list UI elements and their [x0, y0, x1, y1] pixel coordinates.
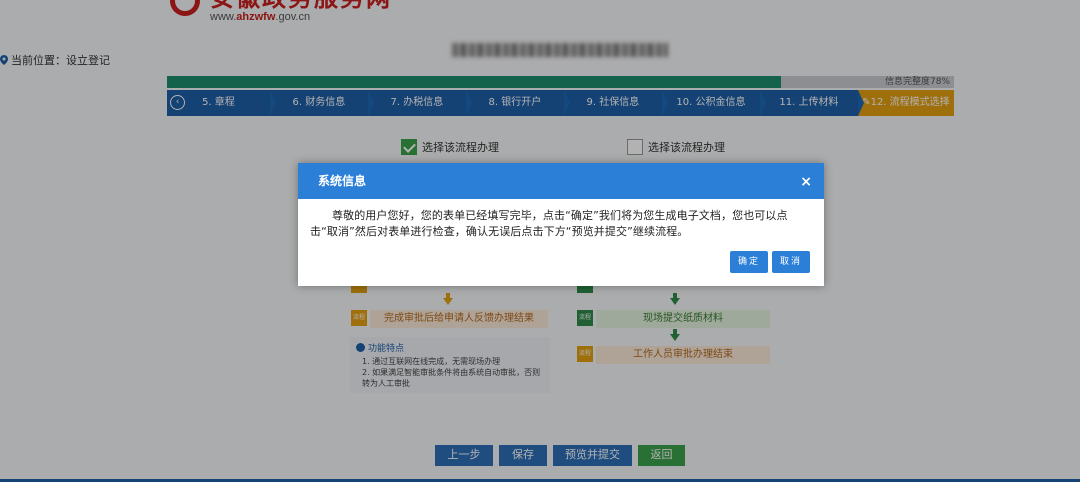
confirm-button[interactable]: 确定: [730, 251, 768, 273]
dialog-message: 尊敬的用户您好，您的表单已经填写完毕，点击“确定”我们将为您生成电子文档，您也可…: [310, 209, 788, 238]
system-info-dialog: 系统信息 × 尊敬的用户您好，您的表单已经填写完毕，点击“确定”我们将为您生成电…: [298, 163, 824, 286]
dialog-header: 系统信息 ×: [298, 163, 824, 199]
close-icon[interactable]: ×: [800, 163, 812, 201]
dialog-title: 系统信息: [318, 174, 367, 188]
cancel-button[interactable]: 取消: [772, 251, 810, 273]
